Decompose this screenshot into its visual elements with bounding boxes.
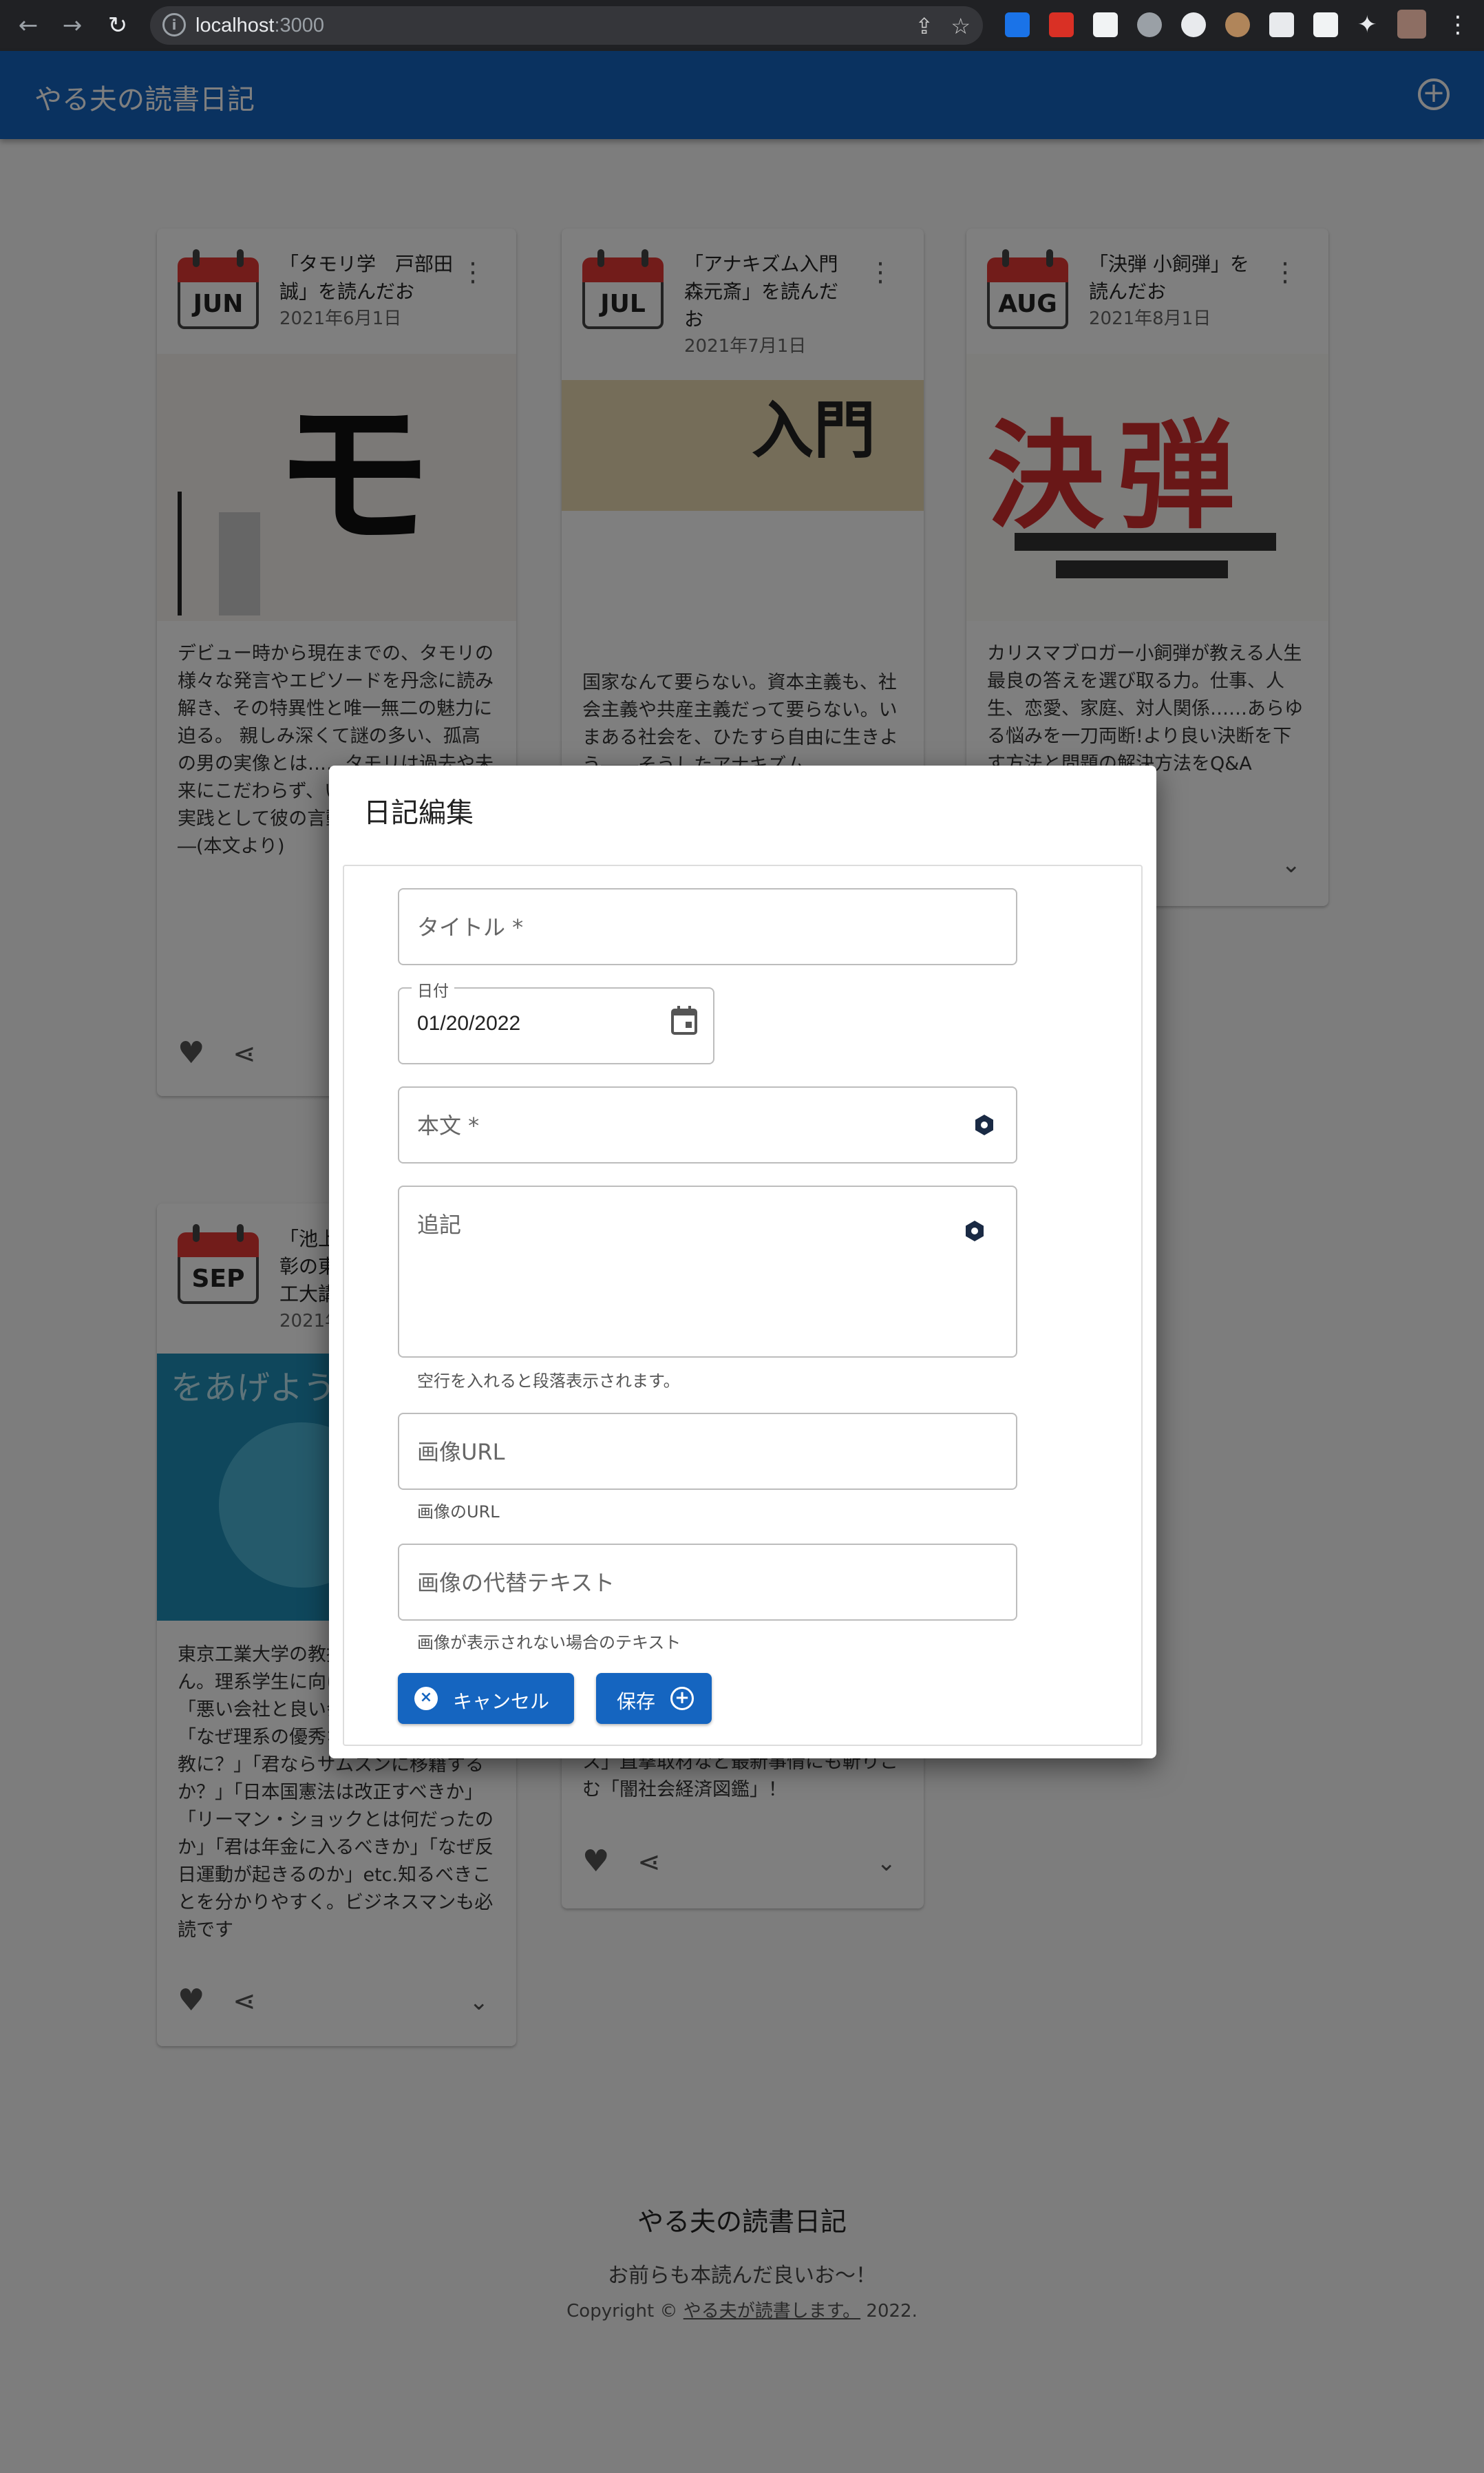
calendar-picker-icon[interactable] bbox=[670, 1005, 698, 1035]
bookmark-star-icon[interactable]: ☆ bbox=[951, 13, 971, 39]
cancel-icon: × bbox=[414, 1687, 438, 1710]
body-placeholder: 本文 * bbox=[417, 1113, 480, 1139]
save-button[interactable]: 保存 + bbox=[596, 1673, 712, 1724]
image-alt-placeholder: 画像の代替テキスト bbox=[417, 1570, 615, 1596]
add-circle-icon: + bbox=[670, 1687, 694, 1710]
dialog-title: 日記編集 bbox=[363, 797, 474, 829]
extensions-puzzle-icon[interactable]: ✦ bbox=[1357, 12, 1382, 37]
edit-diary-dialog: 日記編集 タイトル * 日付 01/20/2022 本文 * 追記 空行を入れる… bbox=[329, 766, 1156, 1758]
cancel-label: キャンセル bbox=[453, 1690, 550, 1713]
cancel-button[interactable]: × キャンセル bbox=[398, 1673, 574, 1724]
extension-face-icon[interactable] bbox=[1225, 12, 1250, 37]
extension-download-icon[interactable] bbox=[1005, 12, 1030, 37]
image-alt-field[interactable]: 画像の代替テキスト bbox=[398, 1544, 1017, 1621]
save-label: 保存 bbox=[617, 1690, 656, 1713]
note-placeholder: 追記 bbox=[417, 1212, 462, 1238]
title-field[interactable]: タイトル * bbox=[398, 888, 1017, 965]
site-info-icon[interactable]: i bbox=[162, 13, 186, 36]
markdown-hex-icon bbox=[965, 1220, 984, 1242]
image-alt-helper-text: 画像が表示されない場合のテキスト bbox=[417, 1633, 681, 1652]
share-page-icon[interactable]: ⇪ bbox=[915, 13, 933, 39]
browser-menu-icon[interactable]: ⋮ bbox=[1445, 12, 1470, 37]
image-url-helper-text: 画像のURL bbox=[417, 1502, 500, 1522]
image-url-field[interactable]: 画像URL bbox=[398, 1413, 1017, 1490]
extension-hex-icon[interactable] bbox=[1269, 12, 1294, 37]
date-legend: 日付 bbox=[412, 978, 454, 1001]
date-value: 01/20/2022 bbox=[417, 1012, 521, 1035]
dialog-form: タイトル * 日付 01/20/2022 本文 * 追記 空行を入れると段落表示… bbox=[343, 865, 1143, 1746]
image-url-placeholder: 画像URL bbox=[417, 1439, 505, 1465]
extension-i-icon[interactable] bbox=[1093, 12, 1118, 37]
note-field[interactable]: 追記 bbox=[398, 1186, 1017, 1358]
browser-toolbar: ← → ↻ i localhost:3000 ⇪ ☆ ✦ ⋮ bbox=[0, 0, 1484, 51]
profile-avatar[interactable] bbox=[1397, 10, 1426, 39]
extension-notion-icon[interactable] bbox=[1313, 12, 1338, 37]
back-icon[interactable]: ← bbox=[12, 10, 44, 41]
url-text[interactable]: localhost:3000 bbox=[195, 14, 324, 37]
extension-target-icon[interactable] bbox=[1137, 12, 1162, 37]
body-field[interactable]: 本文 * bbox=[398, 1086, 1017, 1164]
note-helper-text: 空行を入れると段落表示されます。 bbox=[417, 1371, 680, 1391]
date-field[interactable]: 日付 01/20/2022 bbox=[398, 978, 714, 1064]
forward-icon[interactable]: → bbox=[56, 10, 88, 41]
title-placeholder: タイトル * bbox=[417, 914, 524, 940]
url-host: localhost bbox=[195, 14, 275, 36]
address-bar[interactable]: i localhost:3000 ⇪ ☆ bbox=[150, 6, 983, 45]
markdown-hex-icon bbox=[975, 1114, 994, 1136]
url-port: :3000 bbox=[274, 14, 325, 36]
extension-red-icon[interactable] bbox=[1049, 12, 1074, 37]
reload-icon[interactable]: ↻ bbox=[102, 10, 134, 41]
extension-g-icon[interactable] bbox=[1181, 12, 1206, 37]
